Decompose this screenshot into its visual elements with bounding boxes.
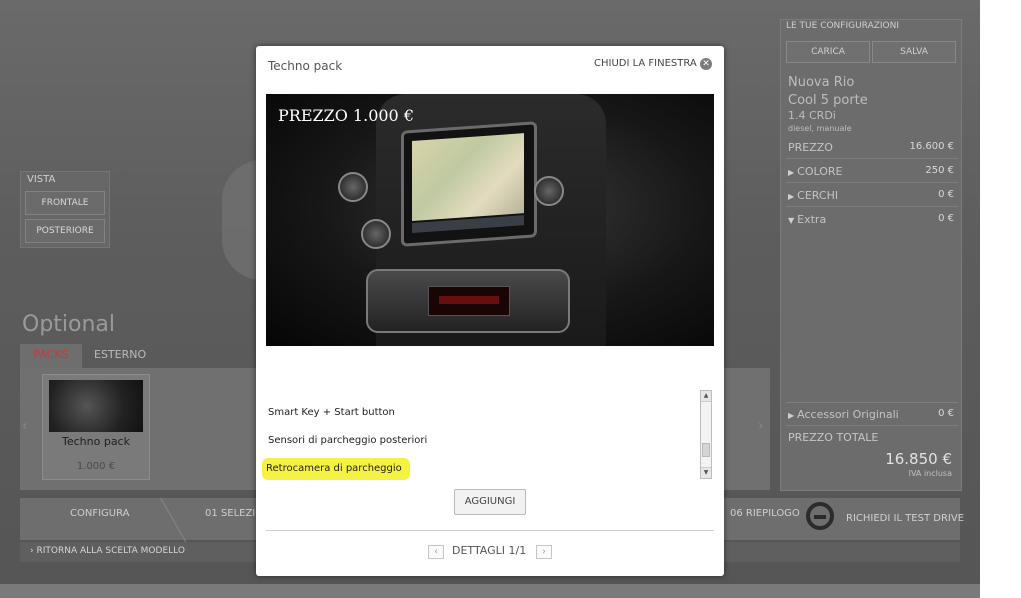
engine-sub-label: diesel, manuale	[788, 124, 852, 133]
knob-icon	[338, 172, 368, 202]
model-version: Cool 5 porte	[788, 93, 868, 108]
carousel-prev-icon[interactable]: ‹	[22, 418, 28, 434]
divider	[786, 425, 958, 426]
colore-label: COLORE	[797, 165, 843, 178]
optional-title: Optional	[22, 312, 116, 337]
list-item: Smart Key + Start button	[268, 407, 395, 418]
modal-title: Techno pack	[268, 59, 343, 73]
aggiungi-button[interactable]: AGGIUNGI	[454, 489, 526, 515]
scroll-thumb[interactable]	[702, 443, 710, 457]
close-window-link[interactable]: CHIUDI LA FINESTRA	[594, 58, 697, 69]
next-page-icon[interactable]: ›	[536, 545, 552, 559]
step-configura[interactable]: CONFIGURA	[70, 508, 130, 519]
list-item: Sensori di parcheggio posteriori	[268, 435, 428, 446]
divider	[786, 402, 958, 403]
colore-value: 250 €	[925, 165, 954, 176]
page-footer-strip	[0, 584, 980, 598]
climate-panel	[366, 269, 570, 333]
vista-title: VISTA	[27, 174, 56, 185]
cerchi-label: CERCHI	[797, 189, 839, 202]
divider	[786, 206, 958, 207]
step-01-selezione[interactable]: 01 SELEZIO	[205, 508, 263, 519]
expand-icon: ▶	[788, 168, 795, 177]
iva-note: IVA inclusa	[908, 469, 952, 478]
cerchi-value: 0 €	[938, 189, 954, 200]
tab-esterno[interactable]: ESTERNO	[94, 344, 164, 368]
row-prezzo: PREZZO 16.600 €	[788, 141, 954, 154]
configurations-header: LE TUE CONFIGURAZIONI	[786, 21, 900, 31]
scroll-down-icon[interactable]: ▼	[701, 467, 711, 478]
details-pager: ‹ DETTAGLI 1/1 ›	[428, 544, 552, 560]
posteriore-button[interactable]: POSTERIORE	[25, 219, 105, 243]
vista-panel: VISTA FRONTALE POSTERIORE	[20, 171, 110, 248]
row-cerchi[interactable]: ▶ CERCHI 0 €	[788, 189, 954, 202]
pack-price: 1.000 €	[76, 461, 116, 472]
knob-icon	[534, 176, 564, 206]
step-06-riepilogo[interactable]: 06 RIEPILOGO	[730, 508, 800, 519]
divider	[786, 182, 958, 183]
row-accessori[interactable]: ▶ Accessori Originali 0 €	[788, 408, 954, 421]
carousel-next-icon[interactable]: ›	[758, 418, 764, 434]
back-to-model-label: RITORNA ALLA SCELTA MODELLO	[36, 546, 185, 556]
engine-label: 1.4 CRDi	[788, 109, 836, 122]
collapse-icon: ▼	[788, 216, 795, 225]
price-overlay: PREZZO 1.000 €	[278, 106, 414, 125]
prev-page-icon[interactable]: ‹	[428, 545, 444, 559]
navigation-map	[412, 133, 524, 221]
total-value: 16.850 €	[885, 450, 952, 468]
prezzo-value: 16.600 €	[909, 141, 954, 152]
climate-display	[428, 286, 510, 316]
extra-label: Extra	[797, 213, 827, 226]
steering-wheel-icon	[806, 502, 834, 530]
back-to-model-link[interactable]: › RITORNA ALLA SCELTA MODELLO	[30, 546, 185, 556]
prezzo-label: PREZZO	[788, 141, 833, 154]
pack-image: PREZZO 1.000 €	[266, 94, 714, 346]
expand-icon: ▶	[788, 411, 795, 420]
modal-divider	[266, 530, 714, 531]
carica-button[interactable]: CARICA	[786, 41, 870, 63]
test-drive-link[interactable]: RICHIEDI IL TEST DRIVE	[846, 513, 964, 524]
pack-thumbnail	[49, 380, 143, 432]
knob-icon	[361, 219, 391, 249]
techno-pack-modal: Techno pack CHIUDI LA FINESTRA ✕ PREZZO …	[256, 46, 724, 576]
model-name: Nuova Rio	[788, 75, 855, 90]
salva-button[interactable]: SALVA	[872, 41, 956, 63]
pack-card-techno[interactable]: Techno pack 1.000 €	[42, 374, 150, 480]
pack-features-list: Smart Key + Start button Sensori di parc…	[262, 390, 714, 480]
expand-icon: ▶	[788, 192, 795, 201]
tab-packs[interactable]: PACKS	[20, 344, 82, 368]
divider	[786, 158, 958, 159]
accessori-label: Accessori Originali	[797, 408, 899, 421]
pack-name: Techno pack	[62, 435, 130, 448]
list-scrollbar[interactable]: ▲ ▼	[700, 390, 712, 479]
extra-value: 0 €	[938, 213, 954, 224]
pager-label: DETTAGLI 1/1	[452, 544, 527, 557]
accessori-value: 0 €	[938, 408, 954, 419]
total-label: PREZZO TOTALE	[788, 431, 879, 444]
row-extra[interactable]: ▼ Extra 0 €	[788, 213, 954, 226]
close-icon[interactable]: ✕	[700, 58, 712, 70]
navigation-screen	[401, 121, 537, 247]
list-item-highlighted: Retrocamera di parcheggio	[262, 458, 410, 480]
scroll-up-icon[interactable]: ▲	[701, 391, 711, 402]
row-colore[interactable]: ▶ COLORE 250 €	[788, 165, 954, 178]
chevron-right-icon: ›	[30, 546, 34, 556]
frontale-button[interactable]: FRONTALE	[25, 191, 105, 215]
